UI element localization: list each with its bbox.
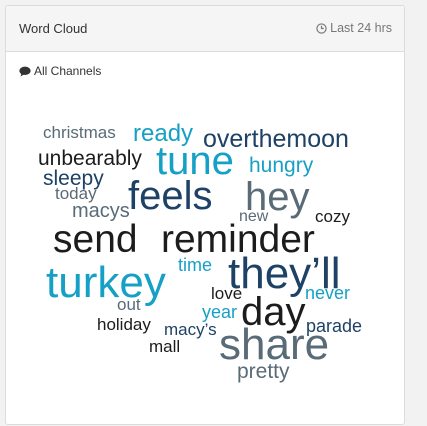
cloud-word: turkey xyxy=(46,258,166,307)
cloud-word: time xyxy=(178,255,213,275)
cloud-word: unbearably xyxy=(38,147,142,170)
cloud-word: send xyxy=(53,218,138,261)
cloud-word: out xyxy=(117,295,141,314)
cloud-word: holiday xyxy=(97,315,151,334)
cloud-word: christmas xyxy=(43,123,116,142)
cloud-word: mall xyxy=(149,337,181,356)
cloud-word: cozy xyxy=(315,207,350,226)
cloud-word: never xyxy=(305,283,351,303)
word-cloud: christmas ready overthemoon unbearably tune h… xyxy=(6,6,406,426)
cloud-word: pretty xyxy=(237,360,290,383)
cloud-word: love xyxy=(211,284,243,303)
cloud-word: feels xyxy=(128,174,213,218)
cloud-word: macy’s xyxy=(164,320,217,339)
cloud-word: year xyxy=(202,302,238,322)
cloud-word: hungry xyxy=(249,154,314,177)
word-cloud-panel: Word Cloud Last 24 hrs All Channels chri… xyxy=(5,5,405,425)
